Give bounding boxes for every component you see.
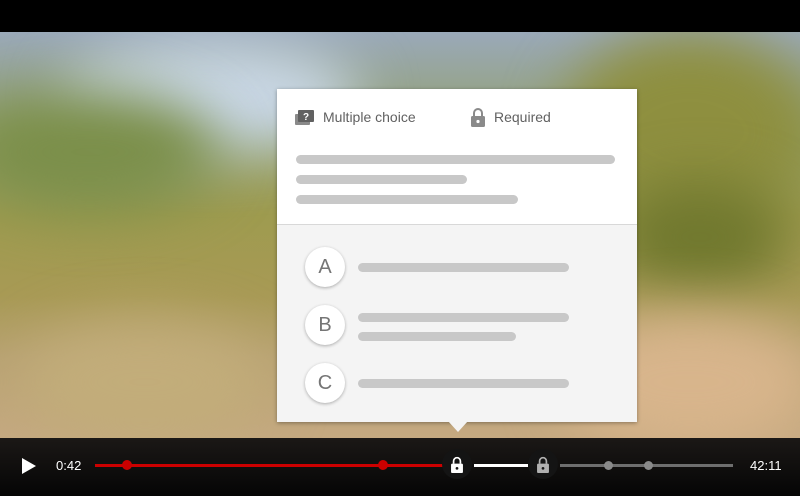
lock-icon	[537, 456, 549, 473]
option-a-text-placeholder	[358, 263, 569, 272]
question-text-placeholder-1	[296, 155, 615, 164]
lock-icon	[451, 456, 463, 473]
option-a-button[interactable]: A	[305, 247, 345, 287]
option-b-text-placeholder-2	[358, 332, 516, 341]
question-badge-icon: ?	[295, 110, 314, 125]
chapter-marker-1[interactable]	[122, 460, 132, 470]
progress-buffered[interactable]	[474, 464, 528, 467]
ground-left	[20, 322, 270, 438]
option-c-text-placeholder	[358, 379, 569, 388]
duration: 42:11	[750, 458, 782, 473]
lock-icon	[471, 108, 485, 127]
option-c-button[interactable]: C	[305, 363, 345, 403]
quiz-card: ? Multiple choice Required A B C	[277, 89, 637, 422]
chapter-marker-4[interactable]	[644, 461, 653, 470]
locked-question-marker-2[interactable]	[528, 449, 558, 479]
question-type-label: Multiple choice	[323, 109, 416, 125]
play-icon[interactable]	[18, 456, 38, 476]
locked-question-marker-1[interactable]	[442, 449, 472, 479]
question-text-placeholder-3	[296, 195, 518, 204]
quiz-question-area: ? Multiple choice Required	[277, 89, 637, 225]
option-b-text-placeholder-1	[358, 313, 569, 322]
question-text-placeholder-2	[296, 175, 467, 184]
chapter-marker-3[interactable]	[604, 461, 613, 470]
required-label: Required	[494, 109, 551, 125]
tree-right-dark	[610, 182, 790, 292]
current-time: 0:42	[56, 458, 82, 473]
option-b-button[interactable]: B	[305, 305, 345, 345]
svg-text:?: ?	[303, 112, 309, 123]
player-control-bar	[0, 438, 800, 496]
required-indicator: Required	[470, 107, 551, 127]
top-bar	[0, 0, 800, 32]
progress-played[interactable]	[95, 464, 443, 467]
chapter-marker-2[interactable]	[378, 460, 388, 470]
card-pointer	[448, 421, 468, 432]
question-type: ? Multiple choice	[295, 107, 416, 127]
